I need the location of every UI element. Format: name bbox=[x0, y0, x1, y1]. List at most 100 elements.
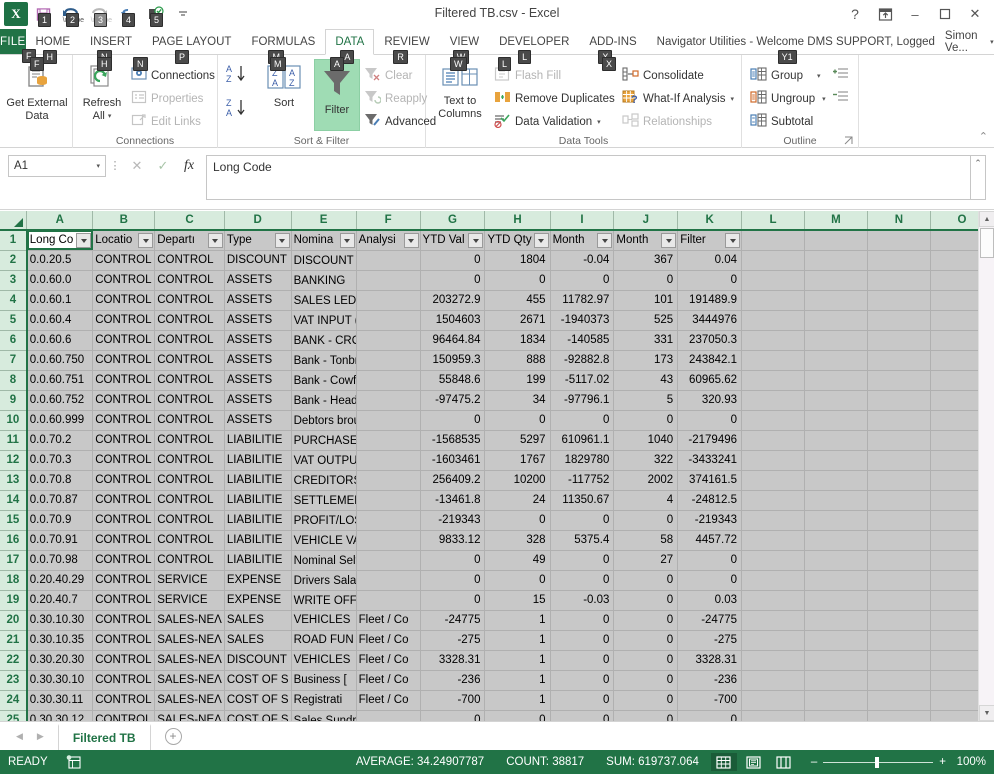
cell-K20[interactable]: -24775 bbox=[677, 610, 743, 631]
cell-H15[interactable]: 0 bbox=[484, 510, 551, 531]
cell-E7[interactable]: Bank - Tonbridge bbox=[291, 350, 357, 371]
row-header-24[interactable]: 24 bbox=[0, 690, 28, 711]
cell-D21[interactable]: SALES bbox=[224, 630, 292, 651]
cell-N16[interactable] bbox=[867, 530, 931, 551]
cell-B16[interactable]: CONTROL bbox=[92, 530, 156, 551]
cell-A1[interactable]: Long Co bbox=[26, 230, 94, 251]
cell-C18[interactable]: SERVICE bbox=[154, 570, 225, 591]
table-row[interactable]: 60.0.60.6CONTROLCONTROLASSETSBANK - CROY… bbox=[0, 330, 994, 351]
cell-A2[interactable]: 0.0.20.5 bbox=[26, 250, 94, 271]
cell-M6[interactable] bbox=[804, 330, 868, 351]
cell-F17[interactable] bbox=[356, 550, 421, 571]
cell-E17[interactable]: Nominal Self Correc bbox=[291, 550, 357, 571]
cell-L16[interactable] bbox=[741, 530, 805, 551]
cell-J19[interactable]: 0 bbox=[613, 590, 679, 611]
cell-J11[interactable]: 1040 bbox=[613, 430, 679, 451]
cell-I25[interactable]: 0 bbox=[550, 710, 615, 721]
outline-dialog-launcher[interactable] bbox=[844, 136, 854, 146]
cell-L15[interactable] bbox=[741, 510, 805, 531]
cell-K19[interactable]: 0.03 bbox=[677, 590, 743, 611]
row-header-12[interactable]: 12 bbox=[0, 450, 28, 471]
cell-N24[interactable] bbox=[867, 690, 931, 711]
cell-J4[interactable]: 101 bbox=[613, 290, 679, 311]
cell-I3[interactable]: 0 bbox=[550, 270, 615, 291]
cell-L6[interactable] bbox=[741, 330, 805, 351]
cell-B20[interactable]: CONTROL bbox=[92, 610, 156, 631]
cell-K1[interactable]: Filter bbox=[677, 230, 743, 251]
cell-G25[interactable]: 0 bbox=[420, 710, 486, 721]
row-header-3[interactable]: 3 bbox=[0, 270, 28, 291]
column-header-k[interactable]: K bbox=[677, 211, 743, 231]
cell-A15[interactable]: 0.0.70.9 bbox=[26, 510, 94, 531]
cell-H12[interactable]: 1767 bbox=[484, 450, 551, 471]
cell-F9[interactable] bbox=[356, 390, 421, 411]
tab-page-layout[interactable]: PAGE LAYOUT P bbox=[142, 29, 241, 64]
cell-K25[interactable]: 0 bbox=[677, 710, 743, 721]
tab-insert[interactable]: INSERT N bbox=[80, 29, 142, 64]
add-sheet-button[interactable]: + bbox=[164, 727, 182, 745]
spreadsheet-grid[interactable]: A B C D E F G H I J K L M N O 1 Long Co Lo… bbox=[0, 211, 994, 721]
cell-A9[interactable]: 0.0.60.752 bbox=[26, 390, 94, 411]
expand-formula-bar-button[interactable]: ⌃ bbox=[970, 155, 986, 200]
cell-E14[interactable]: SETTLEMENT SUSPEN bbox=[291, 490, 357, 511]
cell-G21[interactable]: -275 bbox=[420, 630, 486, 651]
table-row[interactable]: 19 0.20.40.7 CONTROL SERVICE EXPENSE WRITE OF… bbox=[0, 590, 994, 611]
cell-N18[interactable] bbox=[867, 570, 931, 591]
cell-N15[interactable] bbox=[867, 510, 931, 531]
cell-G4[interactable]: 203272.9 bbox=[420, 290, 486, 311]
row-header-17[interactable]: 17 bbox=[0, 550, 28, 571]
chevron-down-icon[interactable]: ▾ bbox=[817, 72, 821, 80]
sort-ascending-button[interactable]: AZ bbox=[225, 63, 249, 88]
cell-J5[interactable]: 525 bbox=[613, 310, 679, 331]
row-header-25[interactable]: 25 bbox=[0, 710, 28, 721]
cell-G18[interactable]: 0 bbox=[420, 570, 486, 591]
cell-G19[interactable]: 0 bbox=[420, 590, 486, 611]
collapse-ribbon-button[interactable]: ⌃ bbox=[979, 130, 988, 143]
row-header-1[interactable]: 1 bbox=[0, 230, 28, 251]
help-button[interactable]: ? bbox=[840, 2, 870, 26]
cell-M7[interactable] bbox=[804, 350, 868, 371]
cell-H18[interactable]: 0 bbox=[484, 570, 551, 591]
cell-E2[interactable]: DISCOUNT bbox=[291, 250, 357, 271]
cell-M15[interactable] bbox=[804, 510, 868, 531]
cell-D4[interactable]: ASSETS bbox=[224, 290, 292, 311]
cell-F14[interactable] bbox=[356, 490, 421, 511]
chevron-down-icon[interactable]: ▾ bbox=[96, 162, 100, 170]
close-button[interactable]: ✕ bbox=[960, 2, 990, 26]
cell-A23[interactable]: 0.30.30.10 bbox=[26, 670, 94, 691]
cell-B24[interactable]: CONTROL bbox=[92, 690, 156, 711]
cell-D7[interactable]: ASSETS bbox=[224, 350, 292, 371]
cell-G8[interactable]: 55848.6 bbox=[420, 370, 486, 391]
cell-E23[interactable]: Business [ bbox=[291, 670, 357, 691]
zoom-control[interactable]: – + bbox=[811, 756, 956, 768]
cell-I24[interactable]: 0 bbox=[550, 690, 615, 711]
cell-L2[interactable] bbox=[741, 250, 805, 271]
cell-E12[interactable]: VAT OUTPUT (SALES) bbox=[291, 450, 357, 471]
scroll-down-button[interactable]: ▼ bbox=[979, 705, 994, 721]
row-header-20[interactable]: 20 bbox=[0, 610, 28, 631]
chevron-down-icon[interactable]: ▾ bbox=[730, 95, 734, 103]
table-row[interactable]: 23 0.30.30.10 CONTROL SALES-NEɅ COST OF S Bus… bbox=[0, 670, 994, 691]
cell-M25[interactable] bbox=[804, 710, 868, 721]
cell-I8[interactable]: -5117.02 bbox=[550, 370, 615, 391]
row-header-11[interactable]: 11 bbox=[0, 430, 28, 451]
cell-F25[interactable] bbox=[356, 710, 421, 721]
cell-A19[interactable]: 0.20.40.7 bbox=[26, 590, 94, 611]
cell-H21[interactable]: 1 bbox=[484, 630, 551, 651]
cell-N21[interactable] bbox=[867, 630, 931, 651]
cell-J25[interactable]: 0 bbox=[613, 710, 679, 721]
cell-G20[interactable]: -24775 bbox=[420, 610, 486, 631]
filter-dropdown-K[interactable] bbox=[725, 233, 741, 248]
cell-N22[interactable] bbox=[867, 650, 931, 671]
cell-D24[interactable]: COST OF S bbox=[224, 690, 292, 711]
cell-G10[interactable]: 0 bbox=[420, 410, 486, 431]
cell-K14[interactable]: -24812.5 bbox=[677, 490, 743, 511]
cell-M23[interactable] bbox=[804, 670, 868, 691]
cell-A11[interactable]: 0.0.70.2 bbox=[26, 430, 94, 451]
cell-F21[interactable]: Fleet / Co bbox=[356, 630, 421, 651]
cell-G2[interactable]: 0 bbox=[420, 250, 486, 271]
cell-L14[interactable] bbox=[741, 490, 805, 511]
cell-A10[interactable]: 0.0.60.999 bbox=[26, 410, 94, 431]
table-row[interactable]: 7 0.0.60.750 CONTROL CONTROL ASSETS Bank - To… bbox=[0, 350, 994, 371]
cell-K16[interactable]: 4457.72 bbox=[677, 530, 743, 551]
